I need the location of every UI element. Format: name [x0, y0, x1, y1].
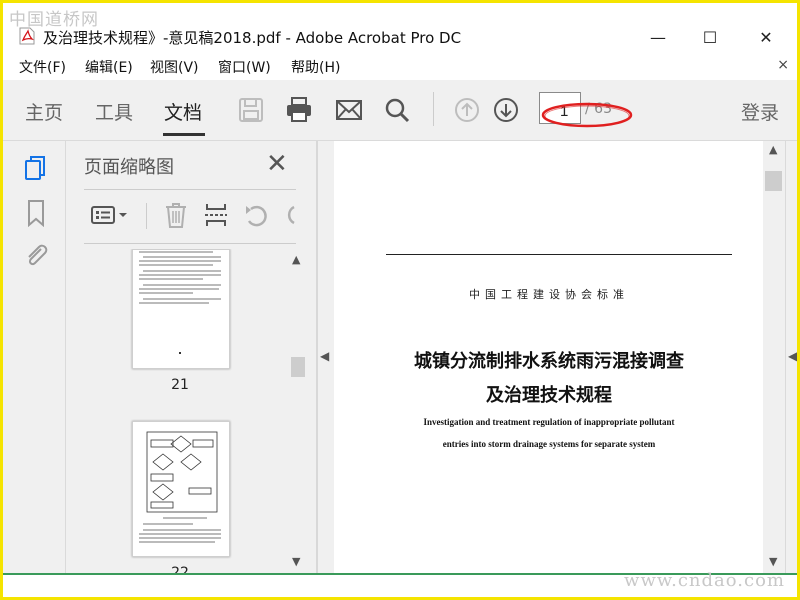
menu-bar: 文件(F) 编辑(E) 视图(V) 窗口(W) 帮助(H) ×: [3, 55, 797, 79]
main-toolbar: 主页 工具 文档 1 / 63 登录: [3, 80, 797, 141]
maximize-button[interactable]: ☐: [687, 23, 733, 51]
mail-icon[interactable]: [335, 96, 363, 124]
panel-tool-divider: [146, 203, 147, 229]
close-button[interactable]: ✕: [743, 23, 789, 51]
thumbnail-list: 21 22: [84, 249, 289, 573]
page-down-icon[interactable]: [492, 96, 520, 124]
panel-divider: [84, 189, 296, 190]
right-pane-edge: ◀: [785, 141, 797, 573]
panel-close-button[interactable]: ✕: [266, 149, 288, 179]
rotate-left-icon[interactable]: [242, 201, 270, 229]
toolbar-divider: [433, 92, 434, 126]
title-bar: 及治理技术规程》-意见稿2018.pdf - Adobe Acrobat Pro…: [3, 21, 797, 53]
page-top-rule: [386, 254, 732, 255]
thumbnail-page-21[interactable]: [132, 249, 230, 369]
page-thumbnails-icon[interactable]: [23, 155, 49, 183]
document-title-line2: 及治理技术规程: [486, 385, 612, 406]
document-scroll-thumb[interactable]: [765, 171, 782, 191]
document-scrollbar[interactable]: ▲ ▼: [763, 141, 785, 573]
attachment-icon[interactable]: [23, 241, 49, 269]
panel-title: 页面缩略图: [84, 157, 174, 178]
tab-tools[interactable]: 工具: [95, 98, 133, 125]
panel-divider-2: [84, 243, 296, 244]
print-icon[interactable]: [285, 96, 313, 124]
doc-scroll-up-arrow-icon[interactable]: ▲: [769, 143, 777, 156]
bookmark-icon[interactable]: [23, 199, 49, 227]
menu-view[interactable]: 视图(V): [150, 57, 199, 77]
search-icon[interactable]: [383, 96, 411, 124]
document-title-line1: 城镇分流制排水系统雨污混接调查: [414, 351, 684, 372]
menu-window[interactable]: 窗口(W): [218, 57, 271, 77]
english-title-line2: entries into storm drainage systems for …: [442, 439, 656, 449]
minimize-button[interactable]: —: [635, 23, 681, 51]
english-title-line1: Investigation and treatment regulation o…: [423, 417, 675, 427]
annotation-ellipse: [541, 102, 633, 128]
collapse-left-arrow-icon[interactable]: ◀: [320, 349, 329, 363]
menu-file[interactable]: 文件(F): [19, 57, 66, 77]
expand-right-arrow-icon[interactable]: ◀: [788, 349, 797, 363]
thumbnail-label-21: 21: [171, 377, 189, 393]
doc-scroll-down-arrow-icon[interactable]: ▼: [769, 555, 777, 568]
options-icon[interactable]: [90, 201, 130, 229]
thumbnail-page-22[interactable]: [132, 421, 230, 557]
tab-home[interactable]: 主页: [25, 98, 63, 125]
pdf-page: 中国工程建设协会标准 城镇分流制排水系统雨污混接调查 及治理技术规程 Inves…: [334, 141, 764, 573]
page-up-icon[interactable]: [453, 96, 481, 124]
scroll-up-arrow-icon[interactable]: ▲: [292, 253, 300, 266]
save-icon[interactable]: [237, 96, 265, 124]
login-button[interactable]: 登录: [741, 98, 779, 125]
menu-edit[interactable]: 编辑(E): [85, 57, 133, 77]
app-window: 中国道桥网 及治理技术规程》-意见稿2018.pdf - Adobe Acrob…: [3, 3, 797, 597]
scroll-down-arrow-icon[interactable]: ▼: [292, 555, 300, 568]
menu-close-button[interactable]: ×: [777, 57, 789, 73]
active-tab-indicator: [163, 133, 205, 136]
tab-document[interactable]: 文档: [164, 98, 202, 125]
standard-organization: 中国工程建设协会标准: [469, 288, 629, 301]
insert-page-icon[interactable]: [202, 201, 230, 229]
thumbnail-label-22: 22: [171, 565, 189, 573]
left-rail: [3, 141, 66, 573]
document-view: ◀ 中国工程建设协会标准 城镇分流制排水系统雨污混接调查 及治理技术规程 Inv…: [317, 141, 764, 573]
menu-help[interactable]: 帮助(H): [291, 57, 340, 77]
watermark-top: 中国道桥网: [9, 10, 99, 30]
thumbnail-21-content: [139, 251, 221, 354]
thumbnail-scrollbar[interactable]: ▲ ▼: [288, 249, 308, 573]
thumbnail-22-content: [139, 431, 221, 543]
watermark-bottom: www.cndao.com: [624, 570, 785, 591]
window-title: 及治理技术规程》-意见稿2018.pdf - Adobe Acrobat Pro…: [43, 29, 462, 47]
thumbnail-panel: 页面缩略图 ✕ 21 22 ▲ ▼: [66, 141, 317, 573]
trash-icon[interactable]: [162, 201, 190, 229]
thumbnail-scroll-thumb[interactable]: [291, 357, 305, 377]
rotate-right-icon[interactable]: [282, 201, 296, 229]
